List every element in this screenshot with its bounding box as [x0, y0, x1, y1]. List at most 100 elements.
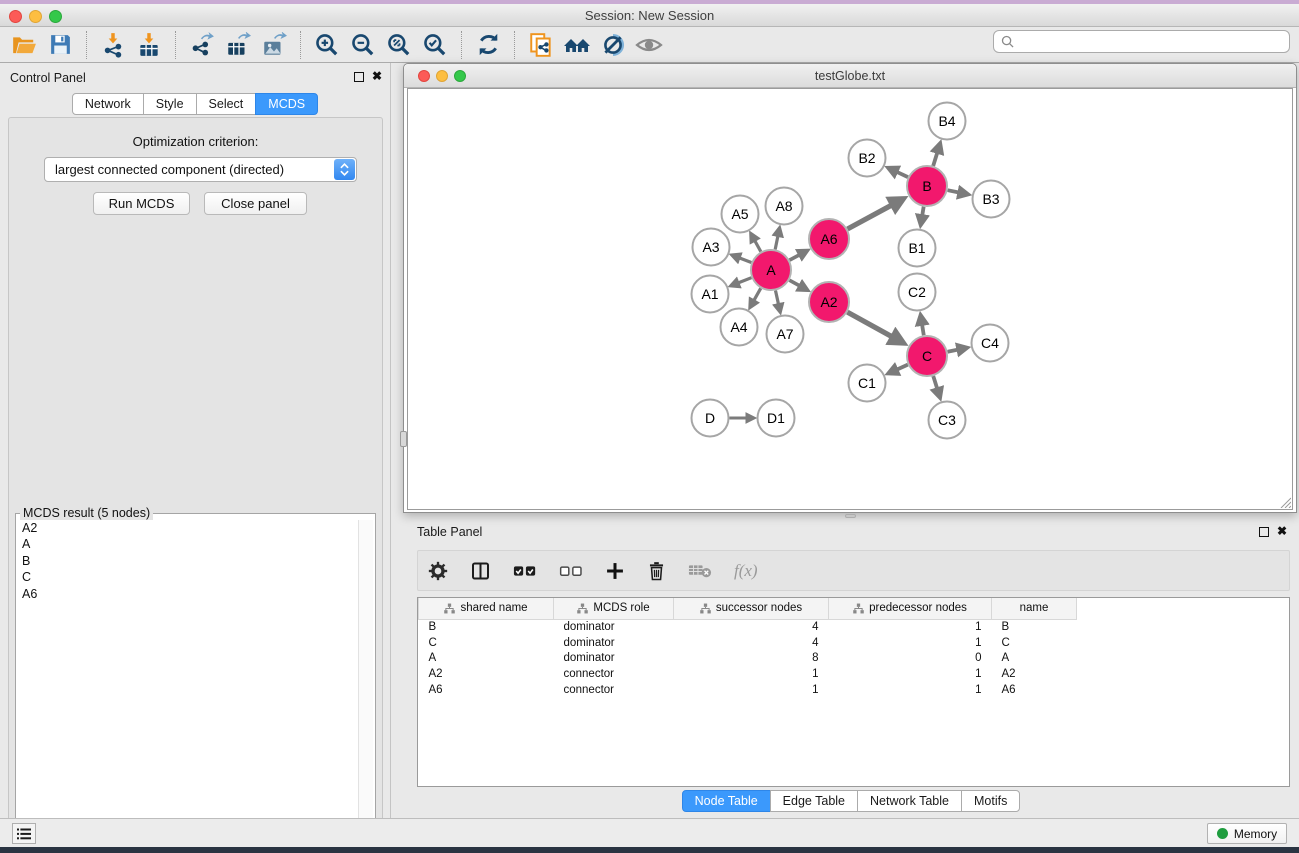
graph-edge-A-A7[interactable]: [775, 291, 778, 305]
tab-edge-table[interactable]: Edge Table: [770, 790, 858, 812]
table-cell[interactable]: 1: [674, 682, 829, 698]
tab-motifs[interactable]: Motifs: [961, 790, 1020, 812]
graph-node-A[interactable]: A: [751, 250, 791, 290]
zoom-out-icon[interactable]: [345, 29, 381, 61]
col-name[interactable]: name: [992, 598, 1077, 619]
close-panel-button[interactable]: Close panel: [204, 192, 307, 215]
close-panel-icon[interactable]: ✖: [372, 69, 382, 83]
delete-row-icon[interactable]: [647, 561, 666, 581]
mcds-result-item[interactable]: A2: [18, 520, 357, 536]
table-cell[interactable]: dominator: [554, 635, 674, 651]
table-cell[interactable]: connector: [554, 682, 674, 698]
select-all-icon[interactable]: [513, 563, 537, 579]
split-columns-icon[interactable]: [470, 561, 491, 581]
graph-node-B3[interactable]: B3: [973, 181, 1010, 218]
table-cell[interactable]: A2: [419, 666, 554, 682]
mcds-result-item[interactable]: A: [18, 536, 357, 552]
table-cell[interactable]: 4: [674, 619, 829, 635]
table-cell[interactable]: C: [419, 635, 554, 651]
add-row-icon[interactable]: [605, 561, 625, 581]
table-cell[interactable]: dominator: [554, 650, 674, 666]
table-row[interactable]: A6connector11A6: [419, 682, 1290, 698]
graph-edge-B-B4[interactable]: [933, 152, 937, 166]
table-cell[interactable]: B: [419, 619, 554, 635]
graph-edge-A-A3[interactable]: [739, 258, 751, 263]
graph-node-C4[interactable]: C4: [972, 325, 1009, 362]
panel-divider-handle[interactable]: [400, 431, 407, 447]
table-cell[interactable]: B: [992, 619, 1077, 635]
graph-node-C3[interactable]: C3: [929, 402, 966, 439]
graph-node-A5[interactable]: A5: [722, 196, 759, 233]
tab-style[interactable]: Style: [143, 93, 197, 115]
table-cell[interactable]: connector: [554, 666, 674, 682]
col-predecessor-nodes[interactable]: predecessor nodes: [829, 598, 992, 619]
graph-node-C2[interactable]: C2: [899, 274, 936, 311]
float-panel-icon[interactable]: [354, 72, 364, 82]
table-row[interactable]: Adominator80A: [419, 650, 1290, 666]
col-successor-nodes[interactable]: successor nodes: [674, 598, 829, 619]
home-icon[interactable]: [559, 29, 595, 61]
deselect-all-icon[interactable]: [559, 563, 583, 579]
run-mcds-button[interactable]: Run MCDS: [93, 192, 190, 215]
table-cell[interactable]: 1: [829, 635, 992, 651]
tab-node-table[interactable]: Node Table: [682, 790, 771, 812]
table-cell[interactable]: 1: [829, 619, 992, 635]
tab-select[interactable]: Select: [196, 93, 257, 115]
mcds-result-item[interactable]: A6: [18, 586, 357, 602]
graph-edge-C-C4[interactable]: [948, 350, 958, 352]
table-row[interactable]: A2connector11A2: [419, 666, 1290, 682]
graph-edge-A-A8[interactable]: [775, 236, 778, 250]
graph-edge-B-B2[interactable]: [897, 172, 908, 177]
export-image-icon[interactable]: [256, 29, 292, 61]
save-icon[interactable]: [42, 29, 78, 61]
float-table-panel-icon[interactable]: [1259, 527, 1269, 537]
graph-edge-A-A5[interactable]: [755, 241, 761, 252]
table-cell[interactable]: A: [992, 650, 1077, 666]
table-cell[interactable]: 4: [674, 635, 829, 651]
table-cell[interactable]: 1: [829, 682, 992, 698]
graph-node-A3[interactable]: A3: [693, 229, 730, 266]
delete-table-icon[interactable]: [688, 562, 712, 579]
graph-node-A7[interactable]: A7: [767, 316, 804, 353]
table-cell[interactable]: A: [419, 650, 554, 666]
zoom-in-icon[interactable]: [309, 29, 345, 61]
tab-network[interactable]: Network: [72, 93, 144, 115]
import-table-icon[interactable]: [131, 29, 167, 61]
table-cell[interactable]: 0: [829, 650, 992, 666]
mcds-list-scrollbar[interactable]: [358, 520, 373, 848]
memory-button[interactable]: Memory: [1207, 823, 1287, 844]
table-row[interactable]: Cdominator41C: [419, 635, 1290, 651]
zoom-selected-icon[interactable]: [417, 29, 453, 61]
graph-edge-A-A1[interactable]: [738, 278, 751, 283]
close-table-panel-icon[interactable]: ✖: [1277, 524, 1287, 538]
graph-edge-A-A6[interactable]: [790, 255, 800, 260]
open-file-icon[interactable]: [6, 29, 42, 61]
table-cell[interactable]: A6: [419, 682, 554, 698]
graph-node-B4[interactable]: B4: [929, 103, 966, 140]
graph-edge-A2-C[interactable]: [847, 312, 892, 337]
table-cell[interactable]: C: [992, 635, 1077, 651]
table-cell[interactable]: A2: [992, 666, 1077, 682]
refresh-layout-icon[interactable]: [470, 29, 506, 61]
show-details-eye-icon[interactable]: [631, 29, 667, 61]
graph-node-A4[interactable]: A4: [721, 309, 758, 346]
graph-node-C1[interactable]: C1: [849, 365, 886, 402]
tab-mcds[interactable]: MCDS: [255, 93, 318, 115]
table-cell[interactable]: A6: [992, 682, 1077, 698]
graph-edge-C-C1[interactable]: [897, 365, 908, 370]
export-network-icon[interactable]: [184, 29, 220, 61]
copy-network-icon[interactable]: [523, 29, 559, 61]
table-row[interactable]: Bdominator41B: [419, 619, 1290, 635]
task-history-button[interactable]: [12, 823, 36, 844]
graph-edge-A-A2[interactable]: [789, 280, 799, 286]
hide-details-icon[interactable]: [595, 29, 631, 61]
graph-node-A6[interactable]: A6: [809, 219, 849, 259]
graph-edge-A6-B[interactable]: [847, 205, 892, 229]
function-builder-icon[interactable]: f(x): [734, 561, 758, 581]
graph-edge-C-C2[interactable]: [922, 324, 924, 335]
tab-network-table[interactable]: Network Table: [857, 790, 962, 812]
graph-node-D1[interactable]: D1: [758, 400, 795, 437]
col-shared-name[interactable]: shared name: [419, 598, 554, 619]
mcds-result-item[interactable]: C: [18, 569, 357, 585]
table-cell[interactable]: dominator: [554, 619, 674, 635]
